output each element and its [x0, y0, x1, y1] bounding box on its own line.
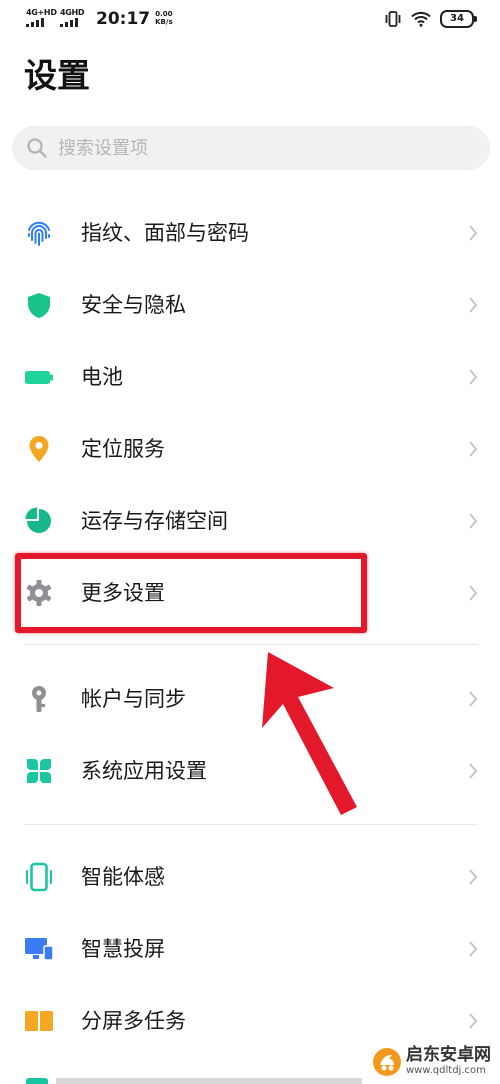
watermark-name: 启东安卓网	[406, 1045, 491, 1065]
settings-screen: 4G+HD 4GHD 20:17 0.00 KB/s 34 设置 搜索设置项 指…	[0, 0, 500, 1084]
watermark-logo-icon	[373, 1047, 401, 1076]
watermark-text: 启东安卓网 www.qdltdj.com	[406, 1046, 491, 1077]
watermark-url: www.qdltdj.com	[406, 1065, 486, 1076]
watermark: 启东安卓网 www.qdltdj.com	[372, 1046, 491, 1077]
pointer-arrow-icon	[262, 652, 357, 815]
